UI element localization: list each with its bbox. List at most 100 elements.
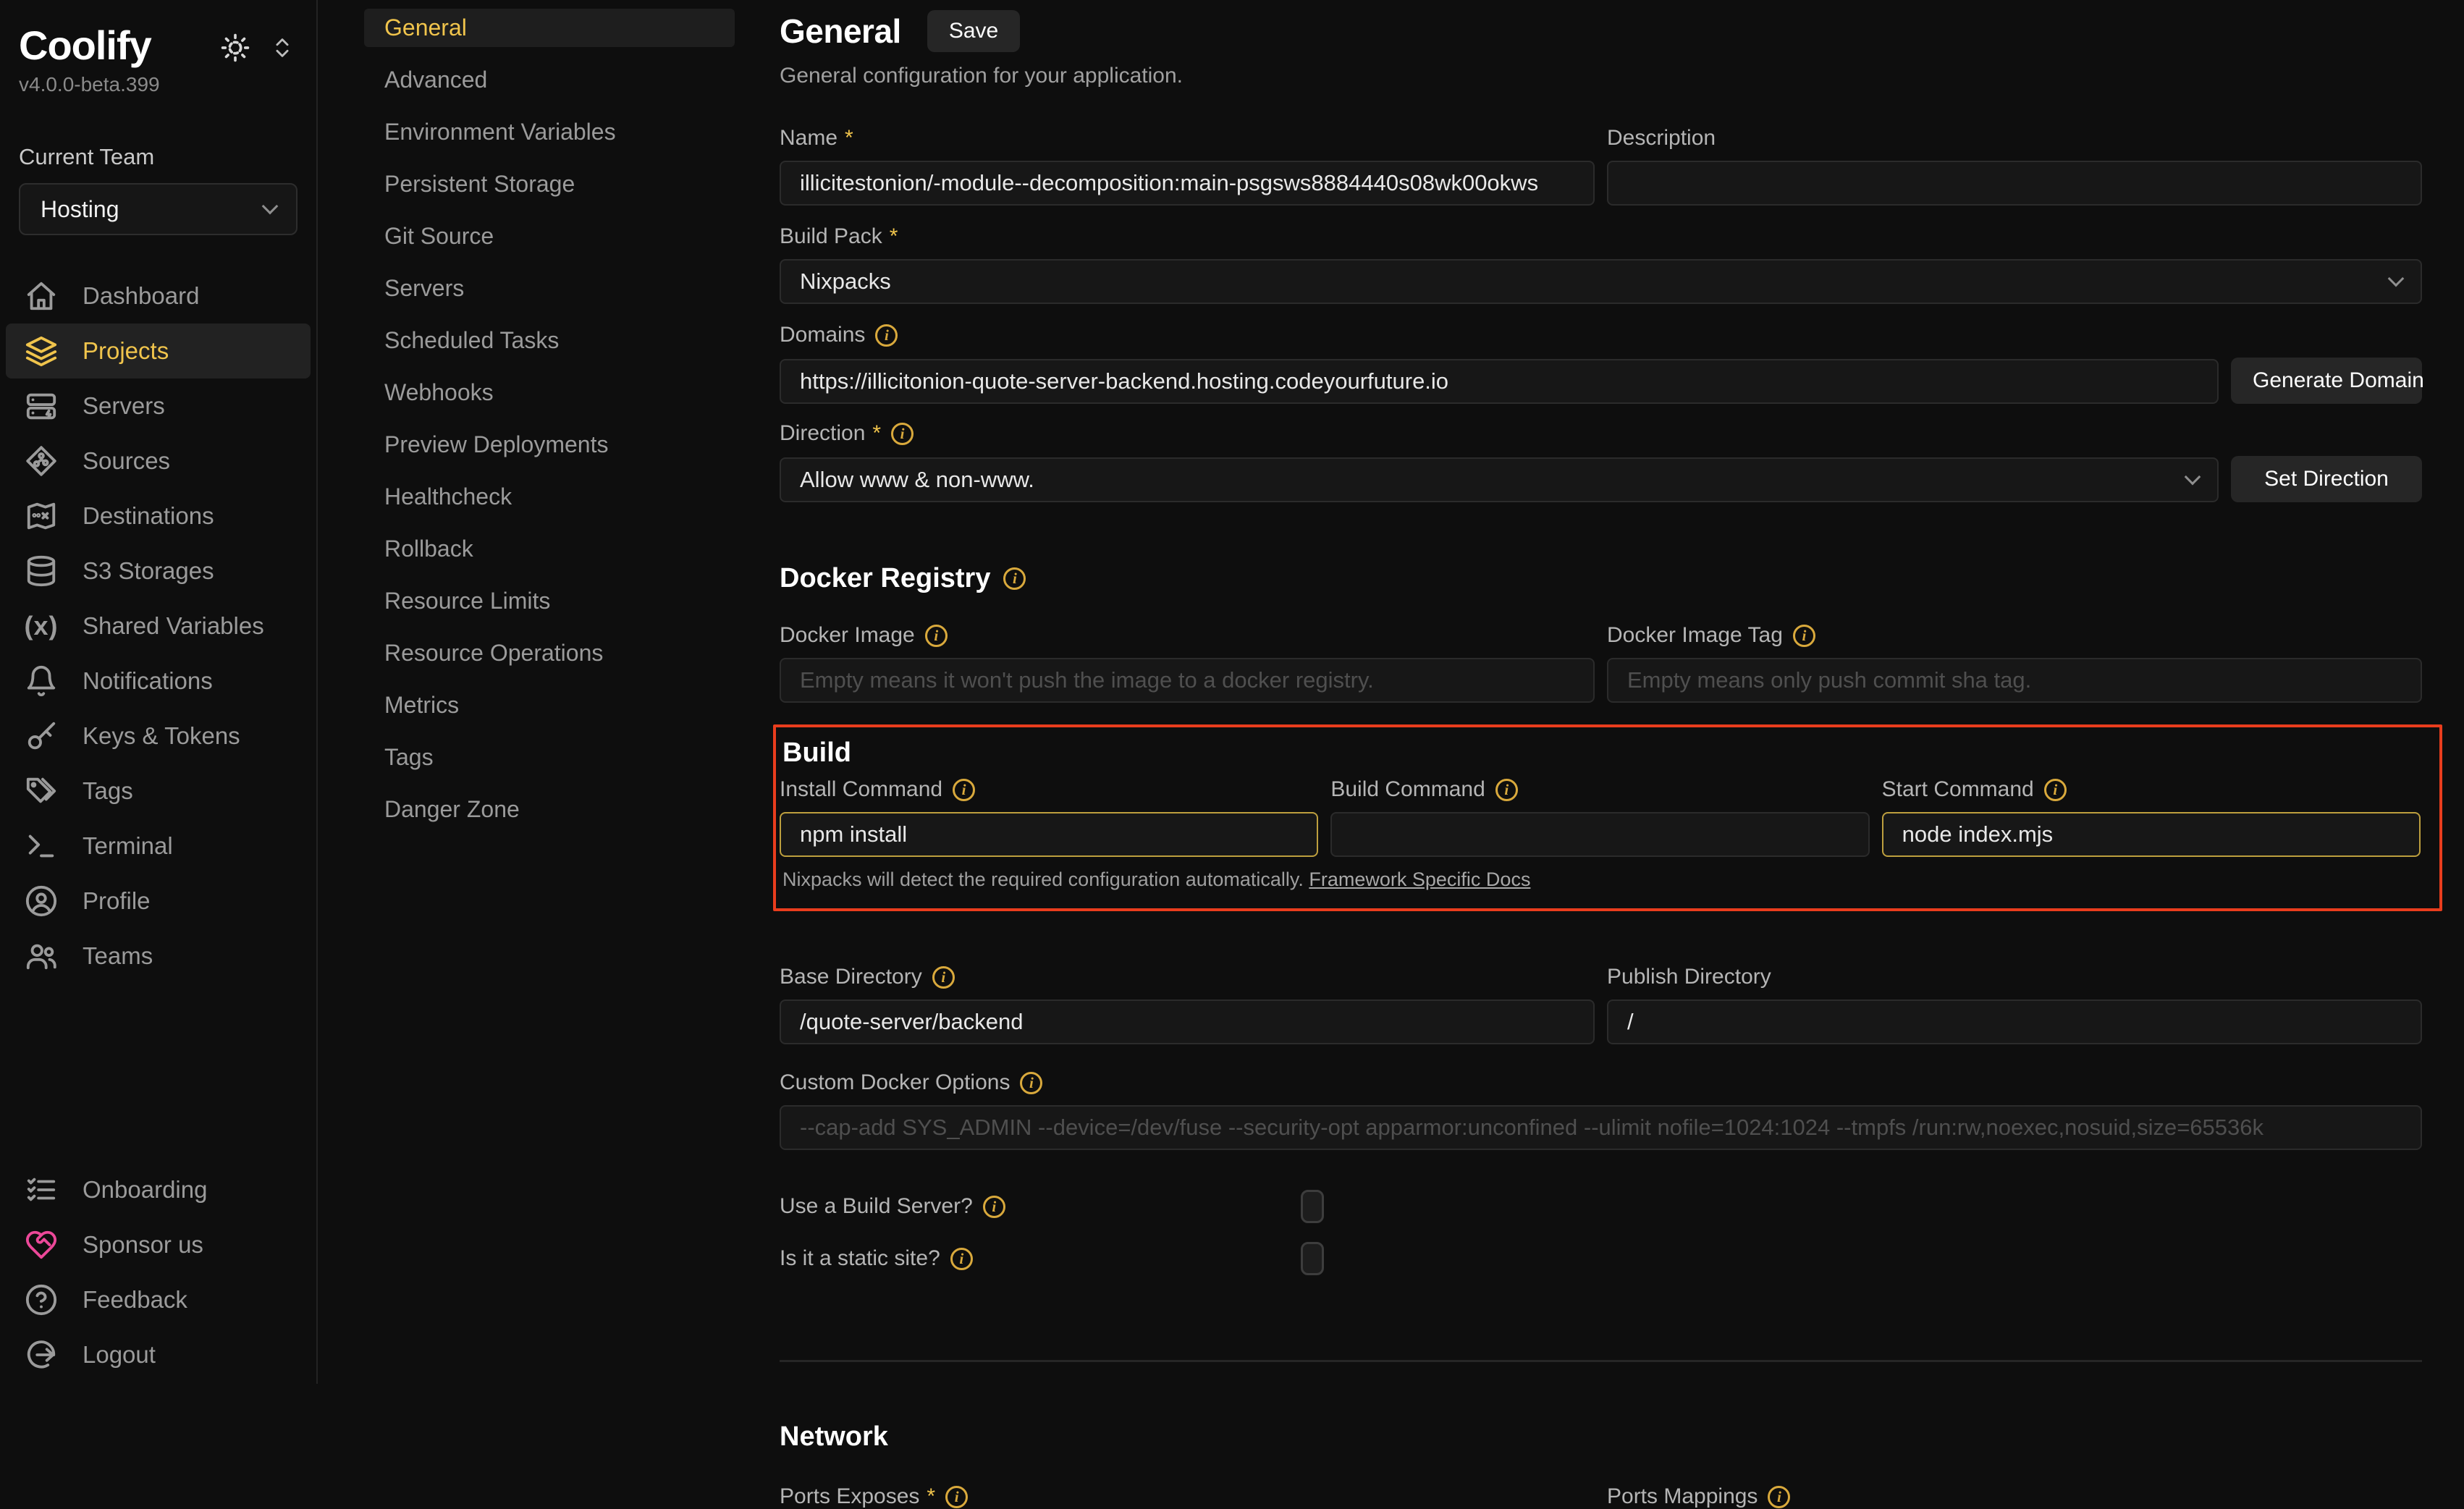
nav-item-label: Tags (83, 777, 133, 805)
tab-metrics[interactable]: Metrics (364, 686, 735, 724)
sidebar-item-logout[interactable]: Logout (6, 1327, 311, 1382)
users-icon (25, 939, 58, 973)
static-site-checkbox[interactable] (1301, 1242, 1324, 1275)
sidebar-item-keys-tokens[interactable]: Keys & Tokens (6, 709, 311, 764)
static-site-info-icon[interactable] (950, 1248, 973, 1270)
docker-image-info-icon[interactable] (925, 625, 948, 647)
static-site-label: Is it a static site? (780, 1246, 940, 1271)
nav-item-label: Feedback (83, 1286, 187, 1314)
custom-docker-options-input[interactable] (780, 1105, 2422, 1150)
tab-environment-variables[interactable]: Environment Variables (364, 113, 735, 151)
sidebar-item-notifications[interactable]: Notifications (6, 654, 311, 709)
tab-preview-deployments[interactable]: Preview Deployments (364, 426, 735, 464)
tab-rollback[interactable]: Rollback (364, 530, 735, 568)
key-icon (25, 719, 58, 753)
chevrons-up-down-icon[interactable] (270, 35, 295, 60)
sidebar-item-sponsor-us[interactable]: Sponsor us (6, 1217, 311, 1272)
docker-image-tag-info-icon[interactable] (1793, 625, 1815, 647)
sidebar-item-shared-variables[interactable]: (x)Shared Variables (6, 599, 311, 654)
generate-domain-button[interactable]: Generate Domain (2231, 358, 2422, 404)
use-build-server-info-icon[interactable] (983, 1196, 1005, 1218)
install-command-info-icon[interactable] (953, 779, 975, 801)
variables-icon: (x) (25, 609, 58, 643)
sidebar-item-teams[interactable]: Teams (6, 929, 311, 984)
nav-item-label: Servers (83, 392, 165, 420)
use-build-server-checkbox[interactable] (1301, 1190, 1324, 1223)
git-source-icon (25, 444, 58, 478)
sidebar-item-profile[interactable]: Profile (6, 874, 311, 929)
app-version: v4.0.0-beta.399 (0, 69, 316, 96)
tab-scheduled-tasks[interactable]: Scheduled Tasks (364, 321, 735, 360)
tab-resource-limits[interactable]: Resource Limits (364, 582, 735, 620)
page-subtitle: General configuration for your applicati… (780, 64, 2422, 88)
sidebar-item-servers[interactable]: Servers (6, 379, 311, 434)
chevron-down-icon (262, 198, 279, 215)
ports-mappings-info-icon[interactable] (1768, 1486, 1790, 1508)
tab-resource-operations[interactable]: Resource Operations (364, 634, 735, 672)
domains-input[interactable] (780, 359, 2219, 404)
save-button[interactable]: Save (927, 10, 1020, 52)
tab-general[interactable]: General (364, 9, 735, 47)
layers-icon (25, 334, 58, 368)
map-icon (25, 499, 58, 533)
docker-image-tag-input[interactable] (1607, 658, 2422, 703)
custom-docker-options-info-icon[interactable] (1020, 1072, 1042, 1094)
docker-image-input[interactable] (780, 658, 1595, 703)
team-select-value: Hosting (41, 196, 119, 223)
publish-directory-input[interactable] (1607, 999, 2422, 1044)
tab-danger-zone[interactable]: Danger Zone (364, 790, 735, 829)
description-label: Description (1607, 126, 1716, 151)
base-directory-label: Base Directory (780, 965, 922, 989)
database-icon (25, 554, 58, 588)
sidebar-item-onboarding[interactable]: Onboarding (6, 1162, 311, 1217)
theme-sun-icon[interactable] (219, 32, 251, 64)
nav-item-label: Sponsor us (83, 1231, 203, 1259)
base-directory-input[interactable] (780, 999, 1595, 1044)
tab-git-source[interactable]: Git Source (364, 217, 735, 255)
team-select[interactable]: Hosting (19, 183, 298, 235)
tab-tags[interactable]: Tags (364, 738, 735, 777)
sidebar-item-destinations[interactable]: Destinations (6, 489, 311, 544)
build-command-info-icon[interactable] (1495, 779, 1518, 801)
build-command-label: Build Command (1330, 777, 1485, 802)
build-section-annotation-box: Build Install Command Build Command (773, 724, 2442, 911)
direction-label: Direction (780, 421, 881, 446)
direction-select[interactable]: Allow www & non-www. (780, 457, 2219, 502)
start-command-info-icon[interactable] (2044, 779, 2067, 801)
page-title: General (780, 12, 901, 51)
name-input[interactable] (780, 161, 1595, 206)
ports-exposes-label: Ports Exposes (780, 1484, 935, 1509)
app-logo[interactable]: Coolify (19, 22, 151, 69)
sidebar-item-dashboard[interactable]: Dashboard (6, 269, 311, 324)
sidebar-footer-nav: Onboarding Sponsor us Feedback Logout (0, 1162, 316, 1384)
base-directory-info-icon[interactable] (932, 966, 955, 989)
build-pack-select[interactable]: Nixpacks (780, 259, 2422, 304)
tab-webhooks[interactable]: Webhooks (364, 373, 735, 412)
tab-persistent-storage[interactable]: Persistent Storage (364, 165, 735, 203)
docker-registry-info-icon[interactable] (1003, 567, 1026, 590)
docker-registry-heading: Docker Registry (780, 563, 990, 594)
tab-advanced[interactable]: Advanced (364, 61, 735, 99)
docker-image-tag-label: Docker Image Tag (1607, 623, 1783, 648)
nav-item-label: Destinations (83, 502, 214, 530)
build-command-input[interactable] (1330, 812, 1869, 857)
nixpacks-note: Nixpacks will detect the required config… (782, 868, 1304, 890)
description-input[interactable] (1607, 161, 2422, 206)
nav-item-label: Dashboard (83, 282, 199, 310)
start-command-input[interactable] (1882, 812, 2421, 857)
sidebar-item-projects[interactable]: Projects (6, 324, 311, 379)
direction-info-icon[interactable] (891, 423, 914, 445)
tab-healthcheck[interactable]: Healthcheck (364, 478, 735, 516)
install-command-input[interactable] (780, 812, 1318, 857)
framework-docs-link[interactable]: Framework Specific Docs (1309, 868, 1530, 890)
sidebar-item-s3-storages[interactable]: S3 Storages (6, 544, 311, 599)
tab-servers[interactable]: Servers (364, 269, 735, 308)
tags-icon (25, 774, 58, 808)
sidebar-item-tags[interactable]: Tags (6, 764, 311, 819)
sidebar-item-feedback[interactable]: Feedback (6, 1272, 311, 1327)
ports-exposes-info-icon[interactable] (945, 1486, 968, 1508)
sidebar-item-terminal[interactable]: Terminal (6, 819, 311, 874)
domains-info-icon[interactable] (875, 324, 898, 347)
set-direction-button[interactable]: Set Direction (2231, 456, 2422, 502)
sidebar-item-sources[interactable]: Sources (6, 434, 311, 489)
